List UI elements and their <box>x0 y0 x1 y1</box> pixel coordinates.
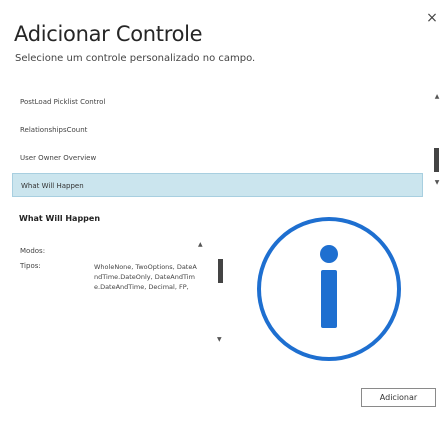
types-value: WholeNone, TwoOptions, DateAndTime.DateO… <box>94 263 197 291</box>
scroll-down-arrow-icon[interactable]: ▼ <box>431 178 443 188</box>
add-button[interactable]: Adicionar <box>361 388 436 407</box>
scrollbar-thumb[interactable] <box>434 148 439 172</box>
modes-label: Modos: <box>20 247 46 255</box>
list-scrollbar[interactable]: ▲ <box>431 88 443 173</box>
types-scrollbar-thumb[interactable] <box>218 259 223 283</box>
list-item[interactable]: PostLoad Picklist Control <box>12 90 423 114</box>
list-item[interactable]: User Owner Overview <box>12 146 423 170</box>
scroll-up-arrow-icon[interactable]: ▲ <box>431 92 443 102</box>
types-scroll-up-icon[interactable]: ▲ <box>198 241 203 248</box>
types-label: Tipos: <box>20 262 41 270</box>
close-icon[interactable]: × <box>424 10 440 26</box>
types-list[interactable]: WholeNone, TwoOptions, DateAndTime.DateO… <box>94 262 222 348</box>
info-icon <box>257 217 401 361</box>
types-scroll-down-icon[interactable]: ▼ <box>217 336 222 343</box>
list-item[interactable]: RelationshipsCount <box>12 118 423 142</box>
dialog-title: Adicionar Controle <box>14 22 203 46</box>
dialog-subtitle: Selecione um controle personalizado no c… <box>15 53 256 64</box>
control-list[interactable]: PostLoad Picklist Control RelationshipsC… <box>12 88 444 201</box>
detail-title: What Will Happen <box>19 214 101 223</box>
list-item-selected[interactable]: What Will Happen <box>12 173 423 197</box>
